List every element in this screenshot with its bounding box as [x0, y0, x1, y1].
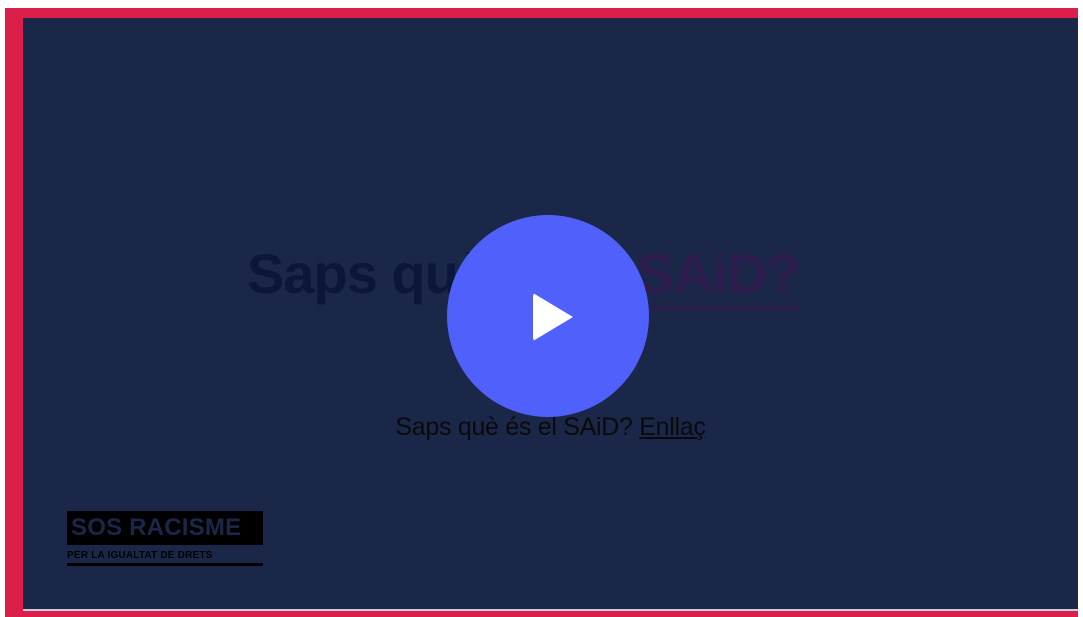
video-frame: Saps què és el SAiD? Saps què és el SAiD… — [5, 8, 1078, 617]
play-button[interactable] — [447, 215, 649, 417]
logo-tagline: PER LA IGUALTAT DE DRETS — [67, 549, 263, 566]
caption-text: Saps què és el SAiD? — [395, 413, 640, 441]
video-player[interactable]: Saps què és el SAiD? Saps què és el SAiD… — [23, 18, 1078, 611]
logo-name: SOS RACISME — [67, 511, 263, 545]
sos-racisme-logo: SOS RACISME PER LA IGUALTAT DE DRETS — [67, 511, 263, 566]
video-progress-line — [23, 609, 1078, 611]
video-caption: Saps què és el SAiD? Enllaç — [23, 412, 1078, 442]
caption-link[interactable]: Enllaç — [639, 413, 706, 441]
play-icon — [533, 293, 573, 341]
headline-highlight: SAiD? — [636, 242, 801, 310]
